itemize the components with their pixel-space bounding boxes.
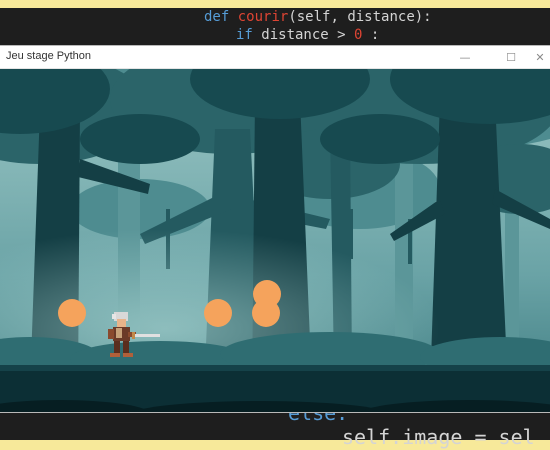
condition-tail: : bbox=[362, 27, 380, 43]
code-line-assign: self.image = sel bbox=[342, 425, 535, 449]
window-title: Jeu stage Python bbox=[6, 50, 92, 62]
keyword-def: def bbox=[204, 9, 230, 25]
keyword-if: if bbox=[236, 27, 253, 43]
ground-edge bbox=[0, 365, 550, 371]
code-line-if: if distance > 0 : bbox=[236, 26, 379, 44]
minimize-button[interactable]: — bbox=[442, 46, 488, 68]
function-signature: (self, distance): bbox=[288, 9, 432, 25]
forest-background bbox=[0, 69, 550, 412]
game-scene[interactable] bbox=[0, 69, 550, 412]
player-arm bbox=[108, 329, 114, 339]
game-window[interactable]: Jeu stage Python — ☐ ✕ bbox=[0, 46, 550, 412]
close-button[interactable]: ✕ bbox=[530, 46, 550, 68]
code-line-def: def courir(self, distance): bbox=[204, 8, 432, 26]
foreground-grass bbox=[0, 400, 550, 412]
condition-text: distance > bbox=[252, 27, 355, 43]
projectile-ball-1 bbox=[58, 299, 86, 327]
function-name: courir bbox=[237, 9, 289, 25]
projectile-ball-4 bbox=[252, 299, 280, 327]
player-face bbox=[117, 319, 126, 327]
player-sword bbox=[134, 334, 160, 337]
player-leg-left bbox=[114, 341, 120, 355]
projectile-ball-2 bbox=[204, 299, 232, 327]
maximize-button[interactable]: ☐ bbox=[488, 46, 534, 68]
window-titlebar[interactable]: Jeu stage Python — ☐ ✕ bbox=[0, 46, 550, 69]
player-leg-right bbox=[123, 341, 129, 355]
